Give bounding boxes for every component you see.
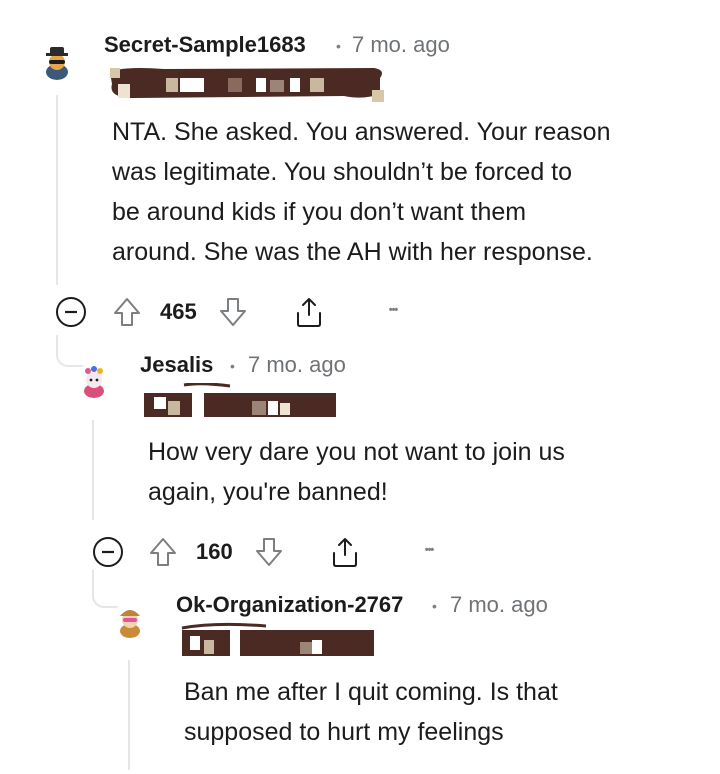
comment-body-line: around. She was the AH with her response… [112, 238, 593, 266]
redacted-flair [110, 68, 384, 102]
vote-count: 160 [196, 539, 233, 564]
username[interactable]: Jesalis [140, 352, 213, 378]
separator-dot: • [432, 598, 437, 614]
comment-body-line: How very dare you not want to join us [148, 438, 565, 466]
timestamp: 7 mo. ago [450, 592, 548, 617]
share-icon[interactable] [292, 294, 326, 330]
avatar-icon[interactable] [112, 602, 148, 638]
username[interactable]: Secret-Sample1683 [104, 32, 306, 58]
vote-count: 465 [160, 299, 197, 324]
comment-body-line: supposed to hurt my feelings [184, 718, 504, 746]
redacted-flair [181, 622, 374, 656]
redacted-flair [144, 383, 336, 417]
collapse-icon[interactable] [55, 296, 87, 328]
thread-line [128, 660, 130, 770]
comment-body: Ban me after I quit coming. Is that supp… [184, 672, 704, 752]
timestamp: 7 mo. ago [352, 32, 450, 57]
username[interactable]: Ok-Organization-2767 [176, 592, 403, 618]
downvote-icon[interactable] [252, 534, 286, 570]
comment-body: NTA. She asked. You answered. Your reaso… [112, 112, 692, 272]
upvote-icon[interactable] [146, 534, 180, 570]
avatar-icon[interactable] [76, 362, 112, 398]
more-options-icon[interactable]: ••• [416, 540, 442, 560]
collapse-icon[interactable] [92, 536, 124, 568]
comment-body: How very dare you not want to join us ag… [148, 432, 688, 512]
separator-dot: • [230, 358, 235, 374]
comment-body-line: be around kids if you don’t want them [112, 198, 527, 226]
comment-body-line: NTA. She asked. You answered. Your reaso… [112, 118, 611, 146]
avatar-icon[interactable] [38, 42, 76, 80]
timestamp: 7 mo. ago [248, 352, 346, 377]
downvote-icon[interactable] [216, 294, 250, 330]
upvote-icon[interactable] [110, 294, 144, 330]
thread-elbow [56, 335, 86, 367]
separator-dot: • [336, 38, 341, 54]
comment-body-line: was legitimate. You shouldn’t be forced … [112, 158, 573, 186]
comment-body-line: again, you're banned! [148, 478, 388, 506]
thread-line [56, 95, 58, 285]
thread-elbow [92, 570, 122, 608]
comment-body-line: Ban me after I quit coming. Is that [184, 678, 558, 706]
share-icon[interactable] [328, 534, 362, 570]
more-options-icon[interactable]: ••• [380, 300, 406, 320]
thread-line [92, 420, 94, 520]
